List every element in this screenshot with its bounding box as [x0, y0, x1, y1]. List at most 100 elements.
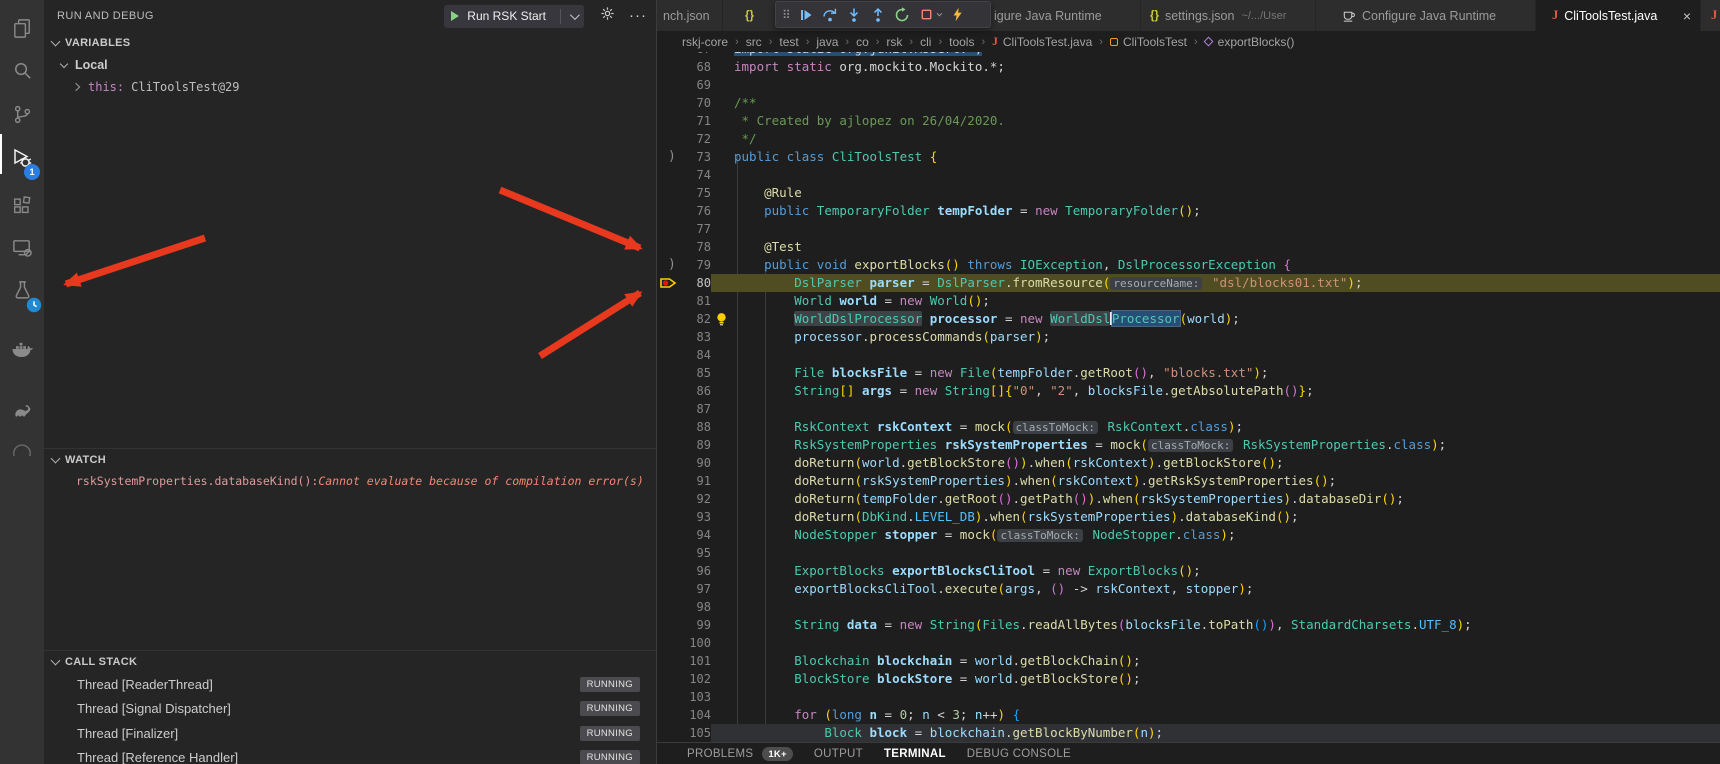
code-line-81[interactable]: 81 World world = new World(); — [657, 292, 1720, 310]
inline-breakpoint-hint-icon[interactable]: ) — [668, 148, 676, 166]
code-line-90[interactable]: 90 doReturn(world.getBlockStore()).when(… — [657, 454, 1720, 472]
call-stack-thread-0[interactable]: Thread [ReaderThread]RUNNING — [44, 672, 656, 697]
glyph-margin[interactable] — [657, 202, 685, 220]
glyph-margin[interactable] — [657, 310, 685, 328]
stop-button[interactable] — [914, 3, 946, 27]
code-line-86[interactable]: 86 String[] args = new String[]{"0", "2"… — [657, 382, 1720, 400]
run-config-button[interactable]: Run RSK Start — [444, 5, 584, 28]
glyph-margin[interactable]: ) — [657, 256, 685, 274]
line-number[interactable]: 74 — [685, 166, 711, 184]
glyph-margin[interactable] — [657, 544, 685, 562]
line-number[interactable]: 75 — [685, 184, 711, 202]
explorer-icon[interactable] — [0, 8, 44, 48]
code-text[interactable]: File blocksFile = new File(tempFolder.ge… — [734, 364, 1720, 382]
code-line-105[interactable]: 105 Block block = blockchain.getBlockByN… — [657, 724, 1720, 742]
line-number[interactable]: 70 — [685, 94, 711, 112]
glyph-margin[interactable] — [657, 562, 685, 580]
gradle-icon[interactable] — [0, 390, 44, 430]
glyph-margin[interactable] — [657, 490, 685, 508]
continue-button[interactable] — [794, 3, 818, 27]
code-text[interactable]: for (long n = 0; n < 3; n++) { — [734, 706, 1720, 724]
call-stack-header[interactable]: CALL STACK — [44, 650, 656, 672]
code-line-75[interactable]: 75 @Rule — [657, 184, 1720, 202]
tab-settings.json[interactable]: {}settings.json~/.../User — [1141, 0, 1316, 31]
call-stack-thread-2[interactable]: Thread [Finalizer]RUNNING — [44, 721, 656, 746]
gear-icon[interactable] — [600, 6, 615, 26]
line-number[interactable]: 69 — [685, 76, 711, 94]
code-text[interactable]: processor.processCommands(parser); — [734, 328, 1720, 346]
breakpoint-current-line-icon[interactable] — [660, 276, 677, 290]
code-line-76[interactable]: 76 public TemporaryFolder tempFolder = n… — [657, 202, 1720, 220]
code-text[interactable]: public class CliToolsTest { — [734, 148, 1720, 166]
code-text[interactable]: WorldDslProcessor processor = new WorldD… — [734, 310, 1720, 328]
docker-icon[interactable] — [0, 330, 44, 370]
code-text[interactable]: @Test — [734, 238, 1720, 256]
glyph-margin[interactable] — [657, 706, 685, 724]
tab-Configure Java Runtime[interactable]: Configure Java Runtime — [1316, 0, 1536, 31]
code-line-80[interactable]: 80 DslParser parser = DslParser.fromReso… — [657, 274, 1720, 292]
code-text[interactable]: import static org.mockito.Mockito.*; — [734, 58, 1720, 76]
code-line-92[interactable]: 92 doReturn(tempFolder.getRoot().getPath… — [657, 490, 1720, 508]
restart-button[interactable] — [890, 3, 914, 27]
code-line-89[interactable]: 89 RskSystemProperties rskSystemProperti… — [657, 436, 1720, 454]
code-text[interactable]: exportBlocksCliTool.execute(args, () -> … — [734, 580, 1720, 598]
panel-tab-debug-console[interactable]: DEBUG CONSOLE — [967, 748, 1071, 760]
code-line-73[interactable]: )73public class CliToolsTest { — [657, 148, 1720, 166]
breadcrumb-item-src[interactable]: src — [746, 35, 762, 49]
code-text[interactable] — [734, 76, 1720, 94]
line-number[interactable]: 79 — [685, 256, 711, 274]
code-text[interactable]: ExportBlocks exportBlocksCliTool = new E… — [734, 562, 1720, 580]
line-number[interactable]: 98 — [685, 598, 711, 616]
glyph-margin[interactable] — [657, 400, 685, 418]
glyph-margin[interactable] — [657, 598, 685, 616]
glyph-margin[interactable]: ) — [657, 148, 685, 166]
line-number[interactable]: 97 — [685, 580, 711, 598]
glyph-margin[interactable] — [657, 76, 685, 94]
search-icon[interactable] — [0, 50, 44, 90]
line-number[interactable]: 91 — [685, 472, 711, 490]
line-number[interactable]: 95 — [685, 544, 711, 562]
code-line-94[interactable]: 94 NodeStopper stopper = mock(classToMoc… — [657, 526, 1720, 544]
code-text[interactable] — [734, 400, 1720, 418]
breadcrumb-item-tools[interactable]: tools — [949, 35, 974, 49]
code-text[interactable]: NodeStopper stopper = mock(classToMock: … — [734, 526, 1720, 544]
glyph-margin[interactable] — [657, 112, 685, 130]
line-number[interactable]: 87 — [685, 400, 711, 418]
watch-header[interactable]: WATCH — [44, 448, 656, 470]
breadcrumb-item-co[interactable]: co — [856, 35, 869, 49]
glyph-margin[interactable] — [657, 436, 685, 454]
glyph-margin[interactable] — [657, 472, 685, 490]
code-line-83[interactable]: 83 processor.processCommands(parser); — [657, 328, 1720, 346]
variables-header[interactable]: VARIABLES — [44, 32, 656, 54]
glyph-margin[interactable] — [657, 220, 685, 238]
code-text[interactable]: RskContext rskContext = mock(classToMock… — [734, 418, 1720, 436]
line-number[interactable]: 100 — [685, 634, 711, 652]
breadcrumb-item-exportBlocks()[interactable]: exportBlocks() — [1205, 35, 1295, 49]
code-line-96[interactable]: 96 ExportBlocks exportBlocksCliTool = ne… — [657, 562, 1720, 580]
code-line-71[interactable]: 71 * Created by ajlopez on 26/04/2020. — [657, 112, 1720, 130]
code-line-79[interactable]: )79 public void exportBlocks() throws IO… — [657, 256, 1720, 274]
glyph-margin[interactable] — [657, 454, 685, 472]
hot-code-replace-icon[interactable] — [946, 3, 970, 27]
code-line-101[interactable]: 101 Blockchain blockchain = world.getBlo… — [657, 652, 1720, 670]
more-actions-icon[interactable]: ··· — [629, 11, 647, 21]
glyph-margin[interactable] — [657, 184, 685, 202]
testing-flask-icon[interactable] — [0, 270, 44, 310]
code-text[interactable]: Block block = blockchain.getBlockByNumbe… — [734, 724, 1720, 742]
code-line-88[interactable]: 88 RskContext rskContext = mock(classToM… — [657, 418, 1720, 436]
call-stack-thread-1[interactable]: Thread [Signal Dispatcher]RUNNING — [44, 697, 656, 722]
chevron-down-icon[interactable] — [937, 10, 943, 16]
glyph-margin[interactable] — [657, 346, 685, 364]
line-number[interactable]: 77 — [685, 220, 711, 238]
call-stack-thread-3[interactable]: Thread [Reference Handler]RUNNING — [44, 746, 656, 764]
code-text[interactable]: BlockStore blockStore = world.getBlockSt… — [734, 670, 1720, 688]
line-number[interactable]: 93 — [685, 508, 711, 526]
glyph-margin[interactable] — [657, 364, 685, 382]
code-line-78[interactable]: 78 @Test — [657, 238, 1720, 256]
line-number[interactable]: 102 — [685, 670, 711, 688]
code-line-85[interactable]: 85 File blocksFile = new File(tempFolder… — [657, 364, 1720, 382]
code-text[interactable] — [734, 220, 1720, 238]
line-number[interactable]: 104 — [685, 706, 711, 724]
code-text[interactable]: /** — [734, 94, 1720, 112]
code-line-99[interactable]: 99 String data = new String(Files.readAl… — [657, 616, 1720, 634]
